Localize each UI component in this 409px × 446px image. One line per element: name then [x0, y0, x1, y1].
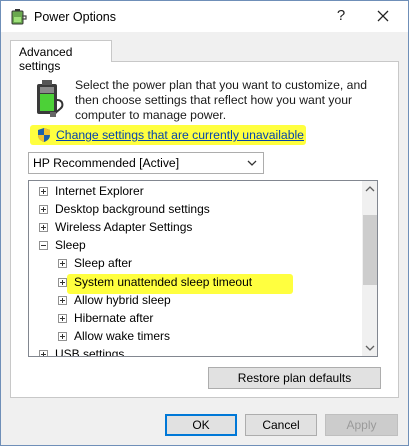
close-button[interactable]: [367, 4, 399, 28]
expand-icon[interactable]: [39, 350, 48, 356]
collapse-icon[interactable]: [39, 241, 48, 250]
expand-icon[interactable]: [58, 332, 67, 341]
tree-scrollbar[interactable]: [362, 181, 378, 356]
tree-item-usb-settings[interactable]: USB settings: [39, 345, 125, 357]
power-options-icon: [10, 8, 28, 26]
change-settings-link[interactable]: Change settings that are currently unava…: [56, 128, 304, 142]
uac-shield-icon: [36, 127, 52, 143]
expand-icon[interactable]: [39, 223, 48, 232]
tab-label: Advanced settings: [19, 45, 73, 73]
tree-item-label: Sleep after: [74, 256, 133, 270]
tree-item-label: USB settings: [55, 347, 125, 357]
ok-button[interactable]: OK: [165, 414, 237, 436]
tree-item-label: Internet Explorer: [55, 184, 144, 198]
expand-icon[interactable]: [58, 314, 67, 323]
tree-item-label: Desktop background settings: [55, 202, 210, 216]
tree-item-wake-timers[interactable]: Allow wake timers: [58, 327, 170, 345]
scrollbar-thumb[interactable]: [363, 215, 377, 285]
tree-item-internet-explorer[interactable]: Internet Explorer: [39, 182, 144, 200]
apply-button[interactable]: Apply: [325, 414, 398, 436]
tree-item-label: Allow hybrid sleep: [74, 293, 171, 307]
close-icon: [377, 10, 389, 22]
tree-item-label: Sleep: [55, 238, 86, 252]
tree-item-hybrid-sleep[interactable]: Allow hybrid sleep: [58, 291, 171, 309]
expand-icon[interactable]: [58, 259, 67, 268]
window-title: Power Options: [34, 10, 116, 24]
settings-tree[interactable]: Internet Explorer Desktop background set…: [28, 180, 378, 357]
power-plan-select[interactable]: HP Recommended [Active]: [28, 152, 264, 174]
tree-item-wireless-adapter[interactable]: Wireless Adapter Settings: [39, 218, 192, 236]
tree-item-sleep-after[interactable]: Sleep after: [58, 254, 132, 272]
expand-icon[interactable]: [58, 296, 67, 305]
plan-select-value: HP Recommended [Active]: [33, 156, 180, 170]
tree-item-hibernate-after[interactable]: Hibernate after: [58, 309, 153, 327]
expand-icon[interactable]: [58, 278, 67, 287]
help-button[interactable]: ?: [327, 4, 355, 28]
tree-item-sleep[interactable]: Sleep: [39, 236, 86, 254]
scroll-up-icon[interactable]: [362, 181, 378, 197]
expand-icon[interactable]: [39, 187, 48, 196]
tree-item-label: Allow wake timers: [74, 329, 171, 343]
expand-icon[interactable]: [39, 205, 48, 214]
plan-description: Select the power plan that you want to c…: [75, 78, 367, 122]
battery-plug-icon: [30, 78, 68, 118]
tab-advanced-settings[interactable]: Advanced settings: [10, 40, 112, 73]
restore-plan-defaults-button[interactable]: Restore plan defaults: [208, 367, 381, 389]
scroll-down-icon[interactable]: [362, 340, 378, 356]
tree-item-unattended-sleep-timeout[interactable]: System unattended sleep timeout: [58, 273, 252, 291]
tree-item-label: System unattended sleep timeout: [74, 275, 253, 289]
tree-item-desktop-background[interactable]: Desktop background settings: [39, 200, 210, 218]
tree-item-label: Wireless Adapter Settings: [55, 220, 193, 234]
title-bar: Power Options ?: [1, 1, 408, 32]
cancel-button[interactable]: Cancel: [245, 414, 317, 436]
chevron-down-icon: [247, 160, 257, 166]
tree-item-label: Hibernate after: [74, 311, 154, 325]
power-options-window: Power Options ? Advanced settings Select…: [0, 0, 409, 446]
